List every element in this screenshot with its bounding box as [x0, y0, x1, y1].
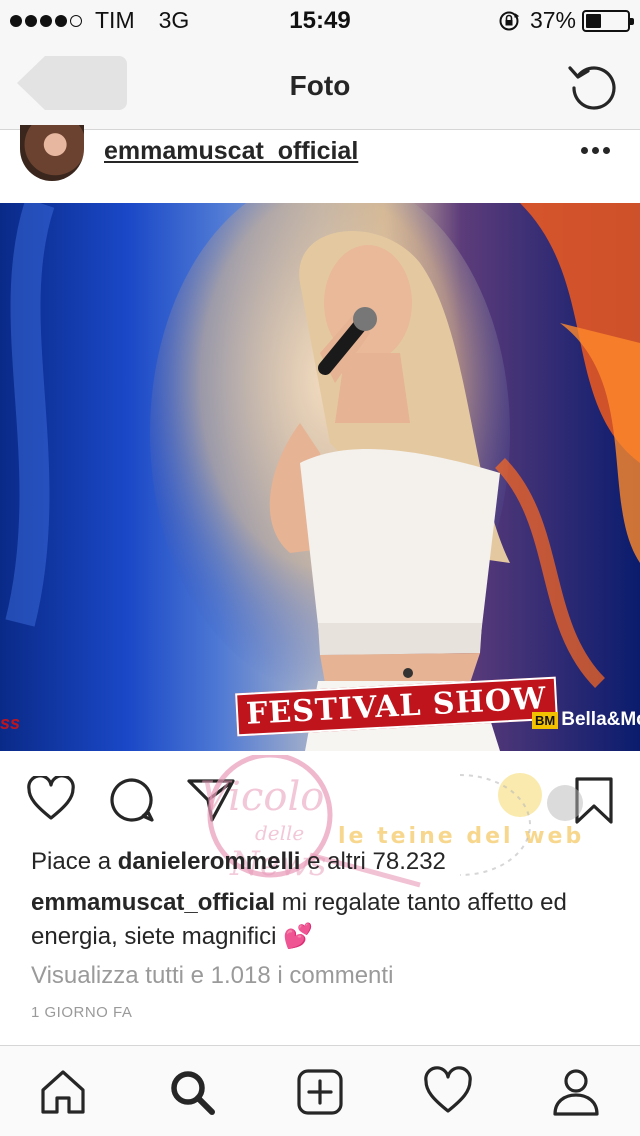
bookmark-icon[interactable]	[574, 776, 614, 826]
page-title: Foto	[289, 70, 351, 101]
battery-icon	[582, 9, 634, 32]
add-icon[interactable]	[294, 1066, 346, 1118]
home-icon[interactable]	[37, 1066, 89, 1118]
post-actions	[0, 770, 640, 832]
tab-bar	[0, 1045, 640, 1136]
post-timestamp: 1 GIORNO FA	[31, 1004, 133, 1021]
photo-illustration	[5, 203, 640, 751]
brand-text: Bella&Mo	[561, 709, 640, 730]
likes-user[interactable]: danielerommelli	[118, 848, 301, 875]
comment-icon[interactable]	[108, 776, 156, 824]
caption: emmamuscat_official mi regalate tanto af…	[31, 886, 611, 954]
status-right: 37%	[498, 7, 634, 34]
share-icon[interactable]	[186, 776, 236, 824]
likes-suffix[interactable]: e altri 78.232	[307, 848, 446, 875]
view-comments-link[interactable]: Visualizza tutti e 1.018 i commenti	[31, 962, 393, 990]
rotation-lock-icon	[499, 11, 520, 30]
refresh-icon[interactable]	[566, 58, 618, 110]
likes-line: Piace a danielerommelli e altri 78.232	[31, 848, 446, 876]
caption-username[interactable]: emmamuscat_official	[31, 889, 275, 916]
brand-badge: BM	[532, 711, 559, 729]
post-username[interactable]: emmamuscat_official	[104, 137, 358, 166]
post-photo[interactable]: FESTIVAL SHOW BM Bella&Mo ss	[0, 203, 640, 751]
status-bar: TIM 3G 15:49 37%	[0, 0, 640, 40]
like-heart-icon[interactable]	[26, 776, 76, 822]
brand-watermark: BM Bella&Mo	[532, 709, 640, 731]
post-header: emmamuscat_official	[0, 125, 640, 203]
likes-prefix: Piace a	[31, 848, 112, 875]
battery-percent: 37%	[529, 7, 576, 33]
navigation-bar: Foto	[0, 40, 640, 130]
more-options-icon[interactable]	[577, 147, 610, 154]
avatar[interactable]	[20, 125, 84, 181]
caption-emoji: 💕	[283, 923, 314, 950]
left-edge-text: ss	[0, 713, 21, 733]
heart-icon[interactable]	[422, 1066, 474, 1118]
profile-icon[interactable]	[550, 1066, 602, 1118]
search-icon[interactable]	[166, 1066, 218, 1118]
